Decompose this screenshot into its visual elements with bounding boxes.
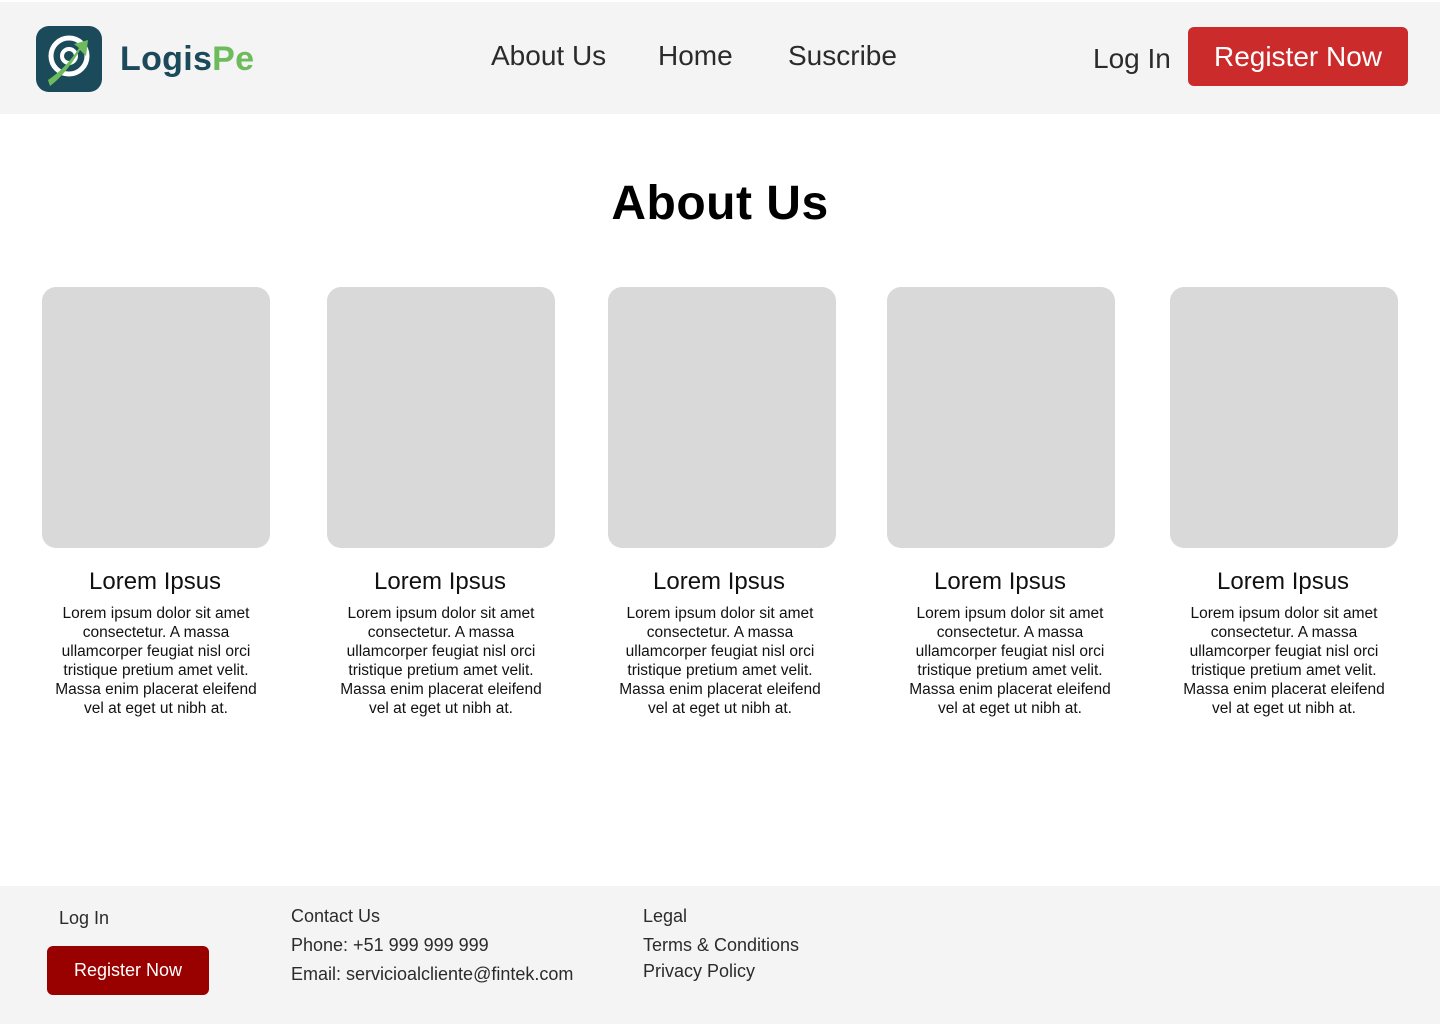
- card: Lorem Ipsus Lorem ipsum dolor sit amet c…: [42, 287, 270, 717]
- nav-about-us[interactable]: About Us: [491, 40, 606, 72]
- card-image-placeholder: [42, 287, 270, 548]
- logo-text: LogisPe: [120, 40, 254, 79]
- page-title: About Us: [611, 177, 829, 230]
- card: Lorem Ipsus Lorem ipsum dolor sit amet c…: [887, 287, 1115, 717]
- contact-phone: Phone: +51 999 999 999: [291, 935, 489, 955]
- card-text: Lorem ipsum dolor sit amet consectetur. …: [909, 605, 1111, 717]
- card-image-placeholder: [327, 287, 555, 548]
- card-title: Lorem Ipsus: [1217, 568, 1350, 595]
- card: Lorem Ipsus Lorem ipsum dolor sit amet c…: [1170, 287, 1398, 717]
- card-text: Lorem ipsum dolor sit amet consectetur. …: [55, 605, 257, 717]
- card: Lorem Ipsus Lorem ipsum dolor sit amet c…: [608, 287, 836, 717]
- card-title: Lorem Ipsus: [934, 568, 1067, 595]
- logo-text-pe: Pe: [212, 39, 255, 78]
- logo-mark-icon: [36, 26, 102, 92]
- card-title: Lorem Ipsus: [89, 568, 222, 595]
- logo[interactable]: LogisPe: [36, 26, 254, 92]
- nav-suscribe[interactable]: Suscribe: [788, 40, 897, 72]
- privacy-link[interactable]: Privacy Policy: [643, 961, 755, 982]
- contact-heading: Contact Us: [291, 906, 381, 926]
- card-text: Lorem ipsum dolor sit amet consectetur. …: [619, 605, 821, 717]
- card-image-placeholder: [608, 287, 836, 548]
- card-text: Lorem ipsum dolor sit amet consectetur. …: [1183, 605, 1385, 717]
- logo-text-logis: Logis: [120, 39, 213, 78]
- nav-home[interactable]: Home: [658, 40, 733, 72]
- card-image-placeholder: [1170, 287, 1398, 548]
- card-image-placeholder: [887, 287, 1115, 548]
- contact-email[interactable]: Email: servicioalcliente@fintek.com: [291, 964, 573, 985]
- login-link[interactable]: Log In: [1093, 43, 1171, 75]
- terms-link[interactable]: Terms & Conditions: [643, 935, 799, 956]
- footer-login-link[interactable]: Log In: [59, 908, 109, 929]
- register-button[interactable]: Register Now: [1188, 27, 1408, 86]
- card-text: Lorem ipsum dolor sit amet consectetur. …: [340, 605, 542, 717]
- site-header: LogisPe About Us Home Suscribe Log In Re…: [0, 2, 1440, 114]
- legal-heading: Legal: [643, 906, 688, 926]
- site-footer: Log In Register Now Contact Us Phone: +5…: [0, 886, 1440, 1024]
- card-title: Lorem Ipsus: [653, 568, 786, 595]
- card-title: Lorem Ipsus: [374, 568, 507, 595]
- card: Lorem Ipsus Lorem ipsum dolor sit amet c…: [327, 287, 555, 717]
- footer-register-button[interactable]: Register Now: [47, 946, 209, 995]
